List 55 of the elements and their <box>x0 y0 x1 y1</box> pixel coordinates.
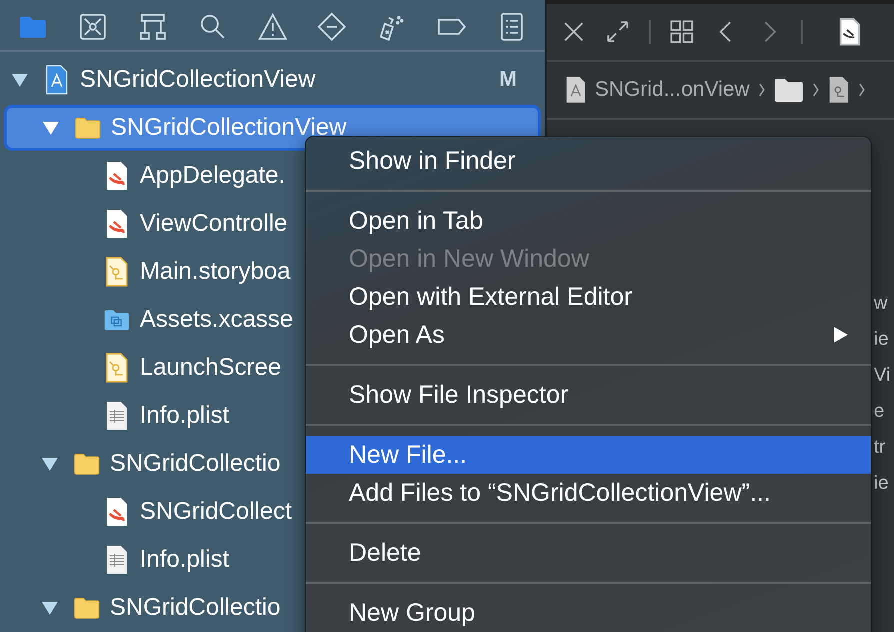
file-name: SNGridCollect <box>140 498 292 526</box>
editor-text: ie <box>874 472 890 496</box>
chevron-icon <box>758 82 766 98</box>
test-tab[interactable] <box>317 12 348 42</box>
menu-item[interactable]: Show File Inspector <box>306 376 871 414</box>
swift-file-icon <box>104 497 130 527</box>
square-x-icon <box>78 12 108 42</box>
swift-file-icon <box>104 209 130 239</box>
file-name: ViewControlle <box>140 210 288 238</box>
menu-item[interactable]: Add Files to “SNGridCollectionView”... <box>306 474 871 512</box>
swift-file-icon[interactable] <box>839 18 861 46</box>
editor-text: ie <box>874 328 890 352</box>
breadcrumb-item[interactable]: SNGrid...onView <box>595 78 750 102</box>
status-letter: M <box>500 68 517 92</box>
menu-item[interactable]: Delete <box>306 534 871 572</box>
editor-text: Vi <box>874 364 892 388</box>
storyboard-file-icon[interactable] <box>828 76 850 104</box>
expand-icon[interactable] <box>605 19 631 45</box>
chevron-icon <box>858 82 866 98</box>
warning-tab[interactable] <box>258 12 288 42</box>
menu-item[interactable]: Open with External Editor <box>306 278 871 316</box>
file-name: AppDelegate. <box>140 162 286 190</box>
file-name: Assets.xcasse <box>140 306 294 334</box>
warning-icon <box>258 12 288 42</box>
navigator-row[interactable]: SNGridCollectionView M <box>0 57 545 103</box>
swift-file-icon <box>104 161 130 191</box>
submenu-arrow-icon <box>833 326 849 344</box>
editor-text: w <box>874 292 889 316</box>
file-name: SNGridCollectio <box>110 594 281 622</box>
source-control-tab[interactable] <box>78 12 108 42</box>
chevron-icon <box>812 82 820 98</box>
file-name: SNGridCollectionView <box>80 66 316 94</box>
file-name: LaunchScree <box>140 354 282 382</box>
plist-file-icon <box>104 401 130 431</box>
editor-text: tr <box>874 436 887 460</box>
grid-icon[interactable] <box>669 19 695 45</box>
file-name: SNGridCollectionView <box>111 114 347 142</box>
file-name: Info.plist <box>140 402 230 430</box>
folder-icon[interactable] <box>774 77 804 103</box>
hierarchy-icon <box>138 12 168 42</box>
menu-item[interactable]: Open in Tab <box>306 202 871 240</box>
project-file-icon <box>44 65 70 95</box>
menu-item[interactable]: New File... <box>306 436 871 474</box>
menu-item[interactable]: Open As <box>306 316 871 354</box>
file-name: Info.plist <box>140 546 230 574</box>
editor-text: e <box>874 400 886 424</box>
storyboard-file-icon <box>104 353 130 383</box>
hierarchy-tab[interactable] <box>138 12 168 42</box>
file-name: SNGridCollectio <box>110 450 281 478</box>
plist-file-icon <box>104 545 130 575</box>
diamond-icon <box>317 12 348 42</box>
menu-item[interactable]: New Group <box>306 594 871 632</box>
project-file-icon[interactable] <box>565 76 587 104</box>
storyboard-file-icon <box>104 257 130 287</box>
file-name: Main.storyboa <box>140 258 291 286</box>
